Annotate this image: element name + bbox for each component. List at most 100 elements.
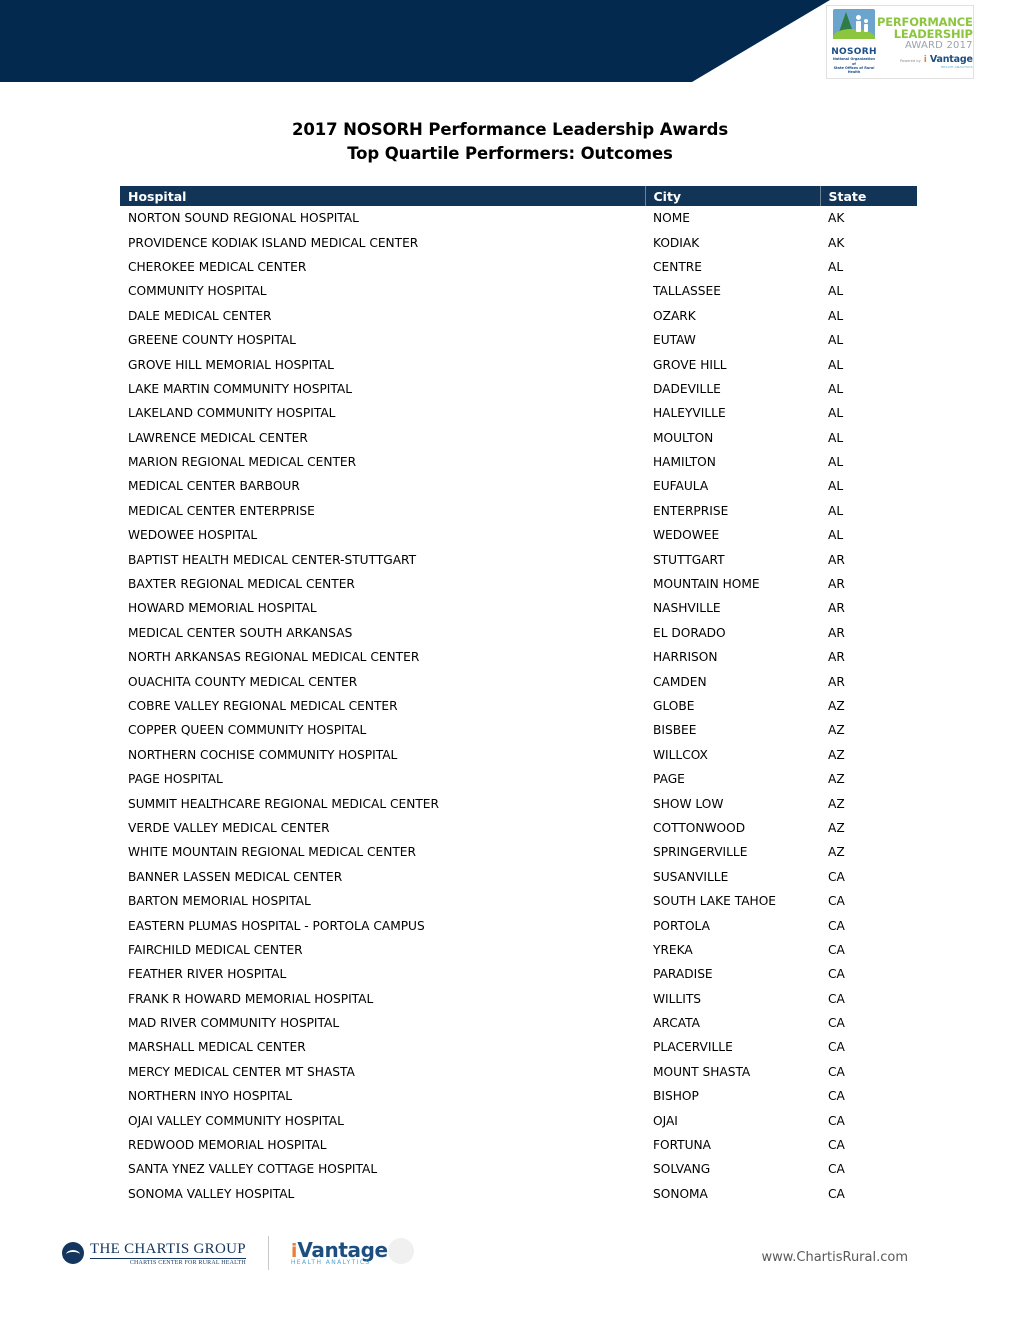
page-title: 2017 NOSORH Performance Leadership Award… bbox=[0, 118, 1020, 166]
table-header-row: Hospital City State bbox=[120, 186, 917, 206]
cell-city: EUFAULA bbox=[653, 479, 709, 494]
cell-city: HAMILTON bbox=[653, 455, 716, 470]
cell-hospital: COBRE VALLEY REGIONAL MEDICAL CENTER bbox=[128, 699, 398, 713]
cell-city: BISHOP bbox=[653, 1089, 699, 1104]
table-row: SUMMIT HEALTHCARE REGIONAL MEDICAL CENTE… bbox=[120, 791, 917, 815]
cell-city: SPRINGERVILLE bbox=[653, 845, 748, 860]
cell-state: AR bbox=[828, 625, 845, 640]
cell-city: EL DORADO bbox=[653, 625, 726, 640]
column-header-hospital: Hospital bbox=[120, 186, 646, 206]
cell-state: AL bbox=[828, 259, 844, 274]
chartis-globe-icon bbox=[62, 1242, 84, 1264]
cell-hospital: OUACHITA COUNTY MEDICAL CENTER bbox=[128, 674, 358, 689]
cell-hospital: GROVE HILL MEMORIAL HOSPITAL bbox=[128, 357, 334, 372]
cell-state: AL bbox=[828, 528, 844, 543]
cell-state: AL bbox=[828, 333, 844, 348]
cell-hospital: LAKELAND COMMUNITY HOSPITAL bbox=[128, 406, 336, 421]
table-row: MEDICAL CENTER BARBOUR EUFAULA AL bbox=[120, 474, 917, 498]
cell-state: AL bbox=[828, 503, 844, 518]
table-row: MEDICAL CENTER SOUTH ARKANSAS EL DORADO AR bbox=[120, 621, 917, 645]
header-banner: NOSORH National Organization of State Of… bbox=[0, 0, 1020, 82]
table-row: PAGE HOSPITAL PAGE AZ bbox=[120, 767, 917, 791]
chartis-center-sub: CHARTIS CENTER FOR RURAL HEALTH bbox=[129, 1259, 246, 1266]
award-line-year: AWARD 2017 bbox=[904, 39, 973, 51]
cell-city: PLACERVILLE bbox=[653, 1040, 733, 1055]
cell-state: CA bbox=[828, 991, 845, 1006]
cell-hospital: SANTA YNEZ VALLEY COTTAGE HOSPITAL bbox=[128, 1162, 378, 1177]
table-row: FRANK R HOWARD MEMORIAL HOSPITAL WILLITS C… bbox=[120, 987, 917, 1011]
cell-state: AL bbox=[828, 406, 844, 421]
cell-city: YREKA bbox=[653, 942, 693, 957]
cell-city: ARCATA bbox=[653, 1016, 700, 1031]
table-row: BANNER LASSEN MEDICAL CENTER SUSANVILLE CA bbox=[120, 865, 917, 889]
table-row: GREENE COUNTY HOSPITAL EUTAW AL bbox=[120, 328, 917, 352]
cell-state: CA bbox=[828, 1186, 845, 1201]
cell-state: AL bbox=[828, 455, 844, 470]
cell-city: EUTAW bbox=[653, 333, 696, 348]
cell-city: SOLVANG bbox=[653, 1162, 711, 1177]
cell-hospital: FRANK R HOWARD MEMORIAL HOSPITAL bbox=[128, 991, 374, 1006]
cell-city: ENTERPRISE bbox=[653, 503, 729, 518]
table-row: NORTHERN INYO HOSPITAL BISHOP CA bbox=[120, 1084, 917, 1108]
cell-state: AL bbox=[828, 308, 844, 323]
cell-city: WILLITS bbox=[653, 991, 702, 1006]
cell-state: CA bbox=[828, 1162, 845, 1177]
cell-hospital: PAGE HOSPITAL bbox=[128, 772, 223, 787]
table-row: LAWRENCE MEDICAL CENTER MOULTON AL bbox=[120, 426, 917, 450]
footer-url[interactable]: www.ChartisRural.com bbox=[762, 1250, 908, 1265]
cell-hospital: EASTERN PLUMAS HOSPITAL - PORTOLA CAMPUS bbox=[128, 918, 425, 933]
table-row: COBRE VALLEY REGIONAL MEDICAL CENTER GLOB… bbox=[120, 694, 917, 718]
cell-city: SUSANVILLE bbox=[653, 869, 729, 884]
cell-city: COTTONWOOD bbox=[653, 820, 746, 835]
chartis-rule bbox=[90, 1257, 246, 1259]
nosorh-tagline-line2: State Offices of Rural Health bbox=[833, 66, 875, 75]
cell-state: AZ bbox=[828, 772, 845, 787]
table-row: DALE MEDICAL CENTER OZARK AL bbox=[120, 304, 917, 328]
cell-state: CA bbox=[828, 869, 845, 884]
cell-city: WEDOWEE bbox=[653, 528, 720, 543]
cell-hospital: WHITE MOUNTAIN REGIONAL MEDICAL CENTER bbox=[128, 845, 416, 860]
cell-hospital: FEATHER RIVER HOSPITAL bbox=[128, 967, 287, 982]
column-header-state: State bbox=[820, 186, 917, 206]
cell-hospital: MARSHALL MEDICAL CENTER bbox=[128, 1040, 306, 1055]
cell-state: AR bbox=[828, 601, 845, 616]
table-row: MARION REGIONAL MEDICAL CENTER HAMILTON AL bbox=[120, 450, 917, 474]
cell-state: AK bbox=[828, 235, 845, 250]
ivantage-globe-watermark bbox=[387, 1238, 414, 1264]
cell-city: PARADISE bbox=[653, 967, 713, 982]
cell-state: AL bbox=[828, 381, 844, 396]
ivantage-footer-tagline: HEALTH ANALYTICS bbox=[290, 1259, 371, 1266]
awards-table: Hospital City State NORTON SOUND REGIONA… bbox=[120, 186, 917, 1206]
cell-hospital: MAD RIVER COMMUNITY HOSPITAL bbox=[128, 1016, 340, 1031]
cell-state: CA bbox=[828, 1064, 845, 1079]
cell-state: AL bbox=[828, 430, 844, 445]
table-row: NORTHERN COCHISE COMMUNITY HOSPITAL WILLC… bbox=[120, 743, 917, 767]
cell-hospital: BAXTER REGIONAL MEDICAL CENTER bbox=[128, 577, 355, 592]
table-row: LAKE MARTIN COMMUNITY HOSPITAL DADEVILLE A… bbox=[120, 377, 917, 401]
chartis-group-logo: THE CHARTIS GROUP CHARTIS CENTER FOR RUR… bbox=[90, 1241, 246, 1266]
cell-state: CA bbox=[828, 918, 845, 933]
cell-state: AZ bbox=[828, 820, 845, 835]
cell-city: PAGE bbox=[653, 772, 685, 787]
cell-state: AR bbox=[828, 552, 845, 567]
chartis-group-name: THE CHARTIS GROUP bbox=[90, 1240, 246, 1257]
cell-hospital: LAWRENCE MEDICAL CENTER bbox=[128, 430, 308, 445]
table-row: OUACHITA COUNTY MEDICAL CENTER CAMDEN AR bbox=[120, 669, 917, 693]
cell-city: OJAI bbox=[653, 1113, 678, 1128]
cell-city: STUTTGART bbox=[653, 552, 725, 567]
column-header-city: City bbox=[645, 186, 821, 206]
table-row: COPPER QUEEN COMMUNITY HOSPITAL BISBEE AZ bbox=[120, 718, 917, 742]
table-row: WHITE MOUNTAIN REGIONAL MEDICAL CENTER SP… bbox=[120, 840, 917, 864]
cell-state: AZ bbox=[828, 699, 845, 713]
table-row: SANTA YNEZ VALLEY COTTAGE HOSPITAL SOLVAN… bbox=[120, 1157, 917, 1181]
cell-state: CA bbox=[828, 1089, 845, 1104]
table-row: REDWOOD MEMORIAL HOSPITAL FORTUNA CA bbox=[120, 1133, 917, 1157]
cell-hospital: OJAI VALLEY COMMUNITY HOSPITAL bbox=[128, 1113, 344, 1128]
ivantage-footer-wordmark: Vantage bbox=[297, 1238, 388, 1262]
cell-hospital: MERCY MEDICAL CENTER MT SHASTA bbox=[128, 1064, 355, 1079]
cell-state: CA bbox=[828, 1113, 845, 1128]
footer-divider bbox=[267, 1236, 269, 1270]
table-row: FEATHER RIVER HOSPITAL PARADISE CA bbox=[120, 962, 917, 986]
cell-hospital: NORTHERN INYO HOSPITAL bbox=[128, 1089, 293, 1104]
cell-state: AZ bbox=[828, 723, 845, 738]
